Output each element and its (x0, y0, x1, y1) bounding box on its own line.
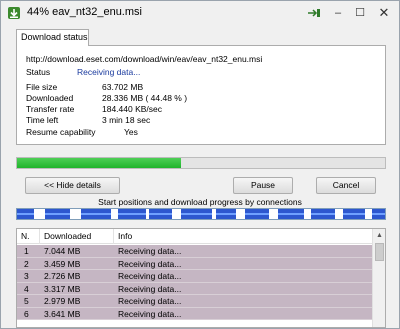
scroll-up-arrow-icon[interactable]: ▲ (374, 230, 385, 241)
status-label: Status (26, 67, 51, 77)
scrollbar-thumb[interactable] (375, 243, 384, 261)
cancel-button[interactable]: Cancel (316, 177, 376, 194)
connection-progress-segment (44, 209, 71, 219)
connections-caption: Start positions and download progress by… (98, 197, 302, 207)
row-info: Receiving data... (118, 246, 182, 256)
table-body: 1 7.044 MB Receiving data... 2 3.459 MB … (17, 245, 373, 320)
file-size-label: File size (26, 82, 58, 92)
window-title: 44% eav_nt32_enu.msi (27, 6, 142, 18)
download-window: 44% eav_nt32_enu.msi – ☐ ✕ Download stat… (0, 0, 400, 329)
row-info: Receiving data... (118, 258, 182, 269)
connection-progress-segment (342, 209, 365, 219)
table-scrollbar[interactable]: ▲ (372, 229, 385, 327)
connection-progress-segment (149, 209, 172, 219)
connection-progress-segment (215, 209, 237, 219)
transfer-rate-label: Transfer rate (26, 104, 75, 114)
time-left-label: Time left (26, 115, 59, 125)
connection-progress-segment (278, 209, 305, 219)
column-header-info[interactable]: Info (118, 231, 132, 241)
connection-progress-segment (245, 209, 270, 219)
download-progress-bar (16, 157, 386, 169)
row-number: 6 (24, 308, 29, 319)
connection-progress-segment (81, 209, 112, 219)
column-divider (39, 229, 40, 244)
time-left-value: 3 min 18 sec (102, 115, 151, 125)
row-info: Receiving data... (118, 296, 182, 306)
row-downloaded: 3.641 MB (44, 308, 81, 319)
row-number: 1 (24, 246, 29, 256)
file-size-value: 63.702 MB (102, 82, 144, 92)
row-info: Receiving data... (118, 308, 182, 319)
progress-fill (17, 158, 181, 168)
minimize-button[interactable]: – (329, 5, 347, 21)
tab-download-status[interactable]: Download status (16, 29, 89, 46)
column-header-downloaded[interactable]: Downloaded (44, 231, 91, 241)
title-bar[interactable]: 44% eav_nt32_enu.msi – ☐ ✕ (1, 1, 399, 25)
download-status-panel: http://download.eset.com/download/win/ea… (16, 45, 386, 145)
connection-progress-segment (311, 209, 336, 219)
table-row[interactable]: 6 3.641 MB Receiving data... (17, 307, 373, 320)
status-value: Receiving data... (77, 67, 141, 77)
resume-capability-label: Resume capability (26, 127, 96, 137)
row-info: Receiving data... (118, 271, 182, 281)
column-divider (113, 229, 114, 244)
connection-progress-segment (372, 209, 385, 219)
transfer-rate-value: 184.440 KB/sec (102, 104, 163, 114)
row-downloaded: 3.459 MB (44, 258, 81, 269)
table-row[interactable]: 4 3.317 MB Receiving data... (17, 282, 373, 295)
table-row[interactable]: 1 7.044 MB Receiving data... (17, 245, 373, 258)
downloaded-label: Downloaded (26, 93, 74, 103)
maximize-button[interactable]: ☐ (351, 5, 369, 21)
connection-progress-segment (17, 209, 34, 219)
row-downloaded: 3.317 MB (44, 283, 81, 294)
row-number: 2 (24, 258, 29, 269)
row-number: 4 (24, 283, 29, 294)
connections-progress-bar (16, 208, 386, 220)
connections-table: N. Downloaded Info 1 7.044 MB Receiving … (16, 228, 386, 328)
hide-details-button[interactable]: << Hide details (25, 177, 120, 194)
pause-button[interactable]: Pause (233, 177, 293, 194)
tray-minimize-icon[interactable] (307, 8, 321, 18)
column-header-number[interactable]: N. (21, 231, 30, 241)
row-downloaded: 2.726 MB (44, 271, 81, 281)
idm-download-icon (8, 7, 20, 19)
row-info: Receiving data... (118, 283, 182, 294)
row-downloaded: 2.979 MB (44, 296, 81, 306)
download-url: http://download.eset.com/download/win/ea… (26, 54, 263, 64)
table-row[interactable]: 3 2.726 MB Receiving data... (17, 270, 373, 283)
close-button[interactable]: ✕ (375, 5, 393, 21)
connection-progress-segment (118, 209, 146, 219)
row-number: 3 (24, 271, 29, 281)
row-number: 5 (24, 296, 29, 306)
table-row[interactable]: 5 2.979 MB Receiving data... (17, 295, 373, 308)
row-downloaded: 7.044 MB (44, 246, 81, 256)
resume-capability-value: Yes (124, 127, 138, 137)
table-header: N. Downloaded Info (17, 229, 373, 244)
downloaded-value: 28.336 MB ( 44.48 % ) (102, 93, 188, 103)
table-row[interactable]: 2 3.459 MB Receiving data... (17, 257, 373, 270)
connection-progress-segment (180, 209, 213, 219)
